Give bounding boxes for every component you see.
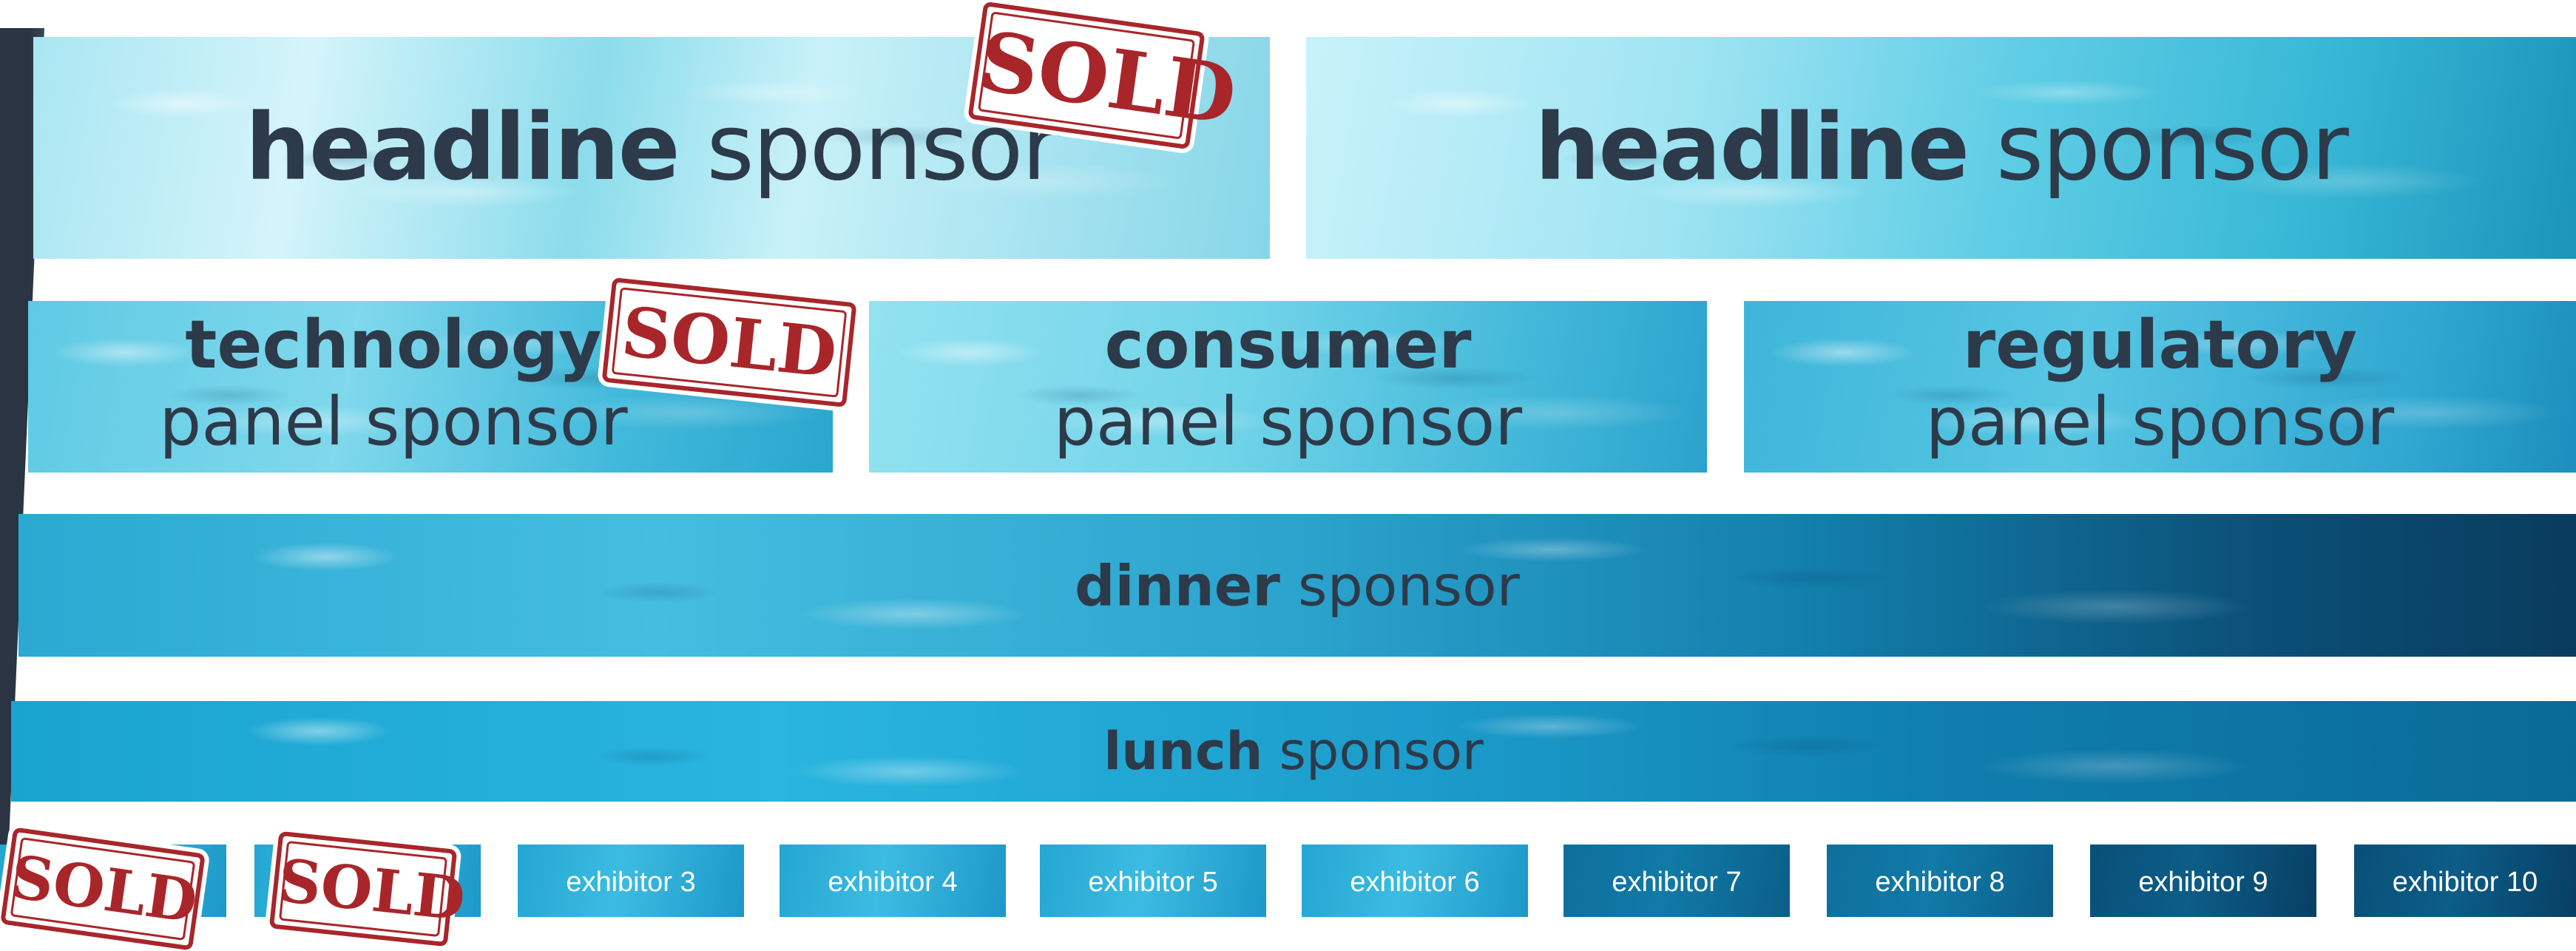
panel-tier-rest: panel sponsor — [1053, 383, 1523, 461]
consumer-panel-label: consumer panel sponsor — [869, 307, 1707, 461]
panel-tier-rest: panel sponsor — [159, 383, 628, 461]
exhibitor-tile-4[interactable]: exhibitor 4 — [780, 845, 1006, 917]
exhibitor-tile-10[interactable]: exhibitor 10 — [2354, 845, 2576, 917]
exhibitor-label: exhibitor 8 — [1875, 867, 2005, 898]
exhibitor-label: exhibitor 9 — [2138, 867, 2268, 898]
panel-tier-bold: consumer — [1104, 306, 1472, 384]
sponsor-tier-bold: headline — [1535, 95, 1970, 201]
exhibitor-tile-6[interactable]: exhibitor 6 — [1302, 845, 1528, 917]
exhibitor-tile-7[interactable]: exhibitor 7 — [1563, 845, 1790, 917]
sponsor-tier-bold: headline — [245, 95, 680, 201]
headline-sponsor-2-label: headline sponsor — [1306, 95, 2576, 201]
exhibitor-tile-8[interactable]: exhibitor 8 — [1827, 845, 2053, 917]
exhibitor-label: exhibitor 5 — [1088, 867, 1218, 898]
sold-stamp-text: SOLD — [973, 13, 1243, 143]
lunch-sponsor-label: lunch sponsor — [11, 721, 2576, 782]
exhibitor-label: exhibitor 3 — [566, 867, 696, 898]
exhibitor-label: exhibitor 10 — [2392, 867, 2538, 898]
exhibitor-tile-9[interactable]: exhibitor 9 — [2090, 845, 2316, 917]
regulatory-panel-sponsor[interactable]: regulatory panel sponsor — [1744, 301, 2576, 473]
headline-sponsor-2-panel[interactable]: headline sponsor — [1306, 37, 2576, 259]
consumer-panel-sponsor[interactable]: consumer panel sponsor — [869, 301, 1707, 473]
sold-stamp-text: SOLD — [6, 842, 202, 937]
exhibitor-tile-5[interactable]: exhibitor 5 — [1040, 845, 1266, 917]
exhibitor-label: exhibitor 7 — [1612, 867, 1742, 898]
sold-stamp-exhibitor-2: SOLD — [268, 830, 469, 947]
panel-tier-rest: panel sponsor — [1925, 383, 2395, 461]
sold-stamp-text: SOLD — [618, 291, 841, 393]
exhibitor-label: exhibitor 6 — [1350, 867, 1480, 898]
lunch-sponsor-panel[interactable]: lunch sponsor — [11, 701, 2576, 802]
panel-tier-bold: regulatory — [1962, 306, 2358, 384]
dinner-sponsor-panel[interactable]: dinner sponsor — [18, 514, 2576, 657]
sponsor-tier-rest: sponsor — [1968, 95, 2349, 201]
exhibitor-tile-3[interactable]: exhibitor 3 — [518, 845, 744, 917]
dinner-sponsor-label: dinner sponsor — [18, 552, 2576, 618]
sponsor-tier-bold: lunch — [1103, 721, 1263, 782]
sponsor-tier-rest: sponsor — [1279, 552, 1520, 618]
sold-stamp-text: SOLD — [274, 845, 469, 935]
sponsor-tier-rest: sponsor — [1262, 721, 1484, 782]
sponsor-tier-bold: dinner — [1075, 552, 1280, 618]
regulatory-panel-label: regulatory panel sponsor — [1744, 307, 2576, 461]
exhibitor-label: exhibitor 4 — [828, 867, 958, 898]
